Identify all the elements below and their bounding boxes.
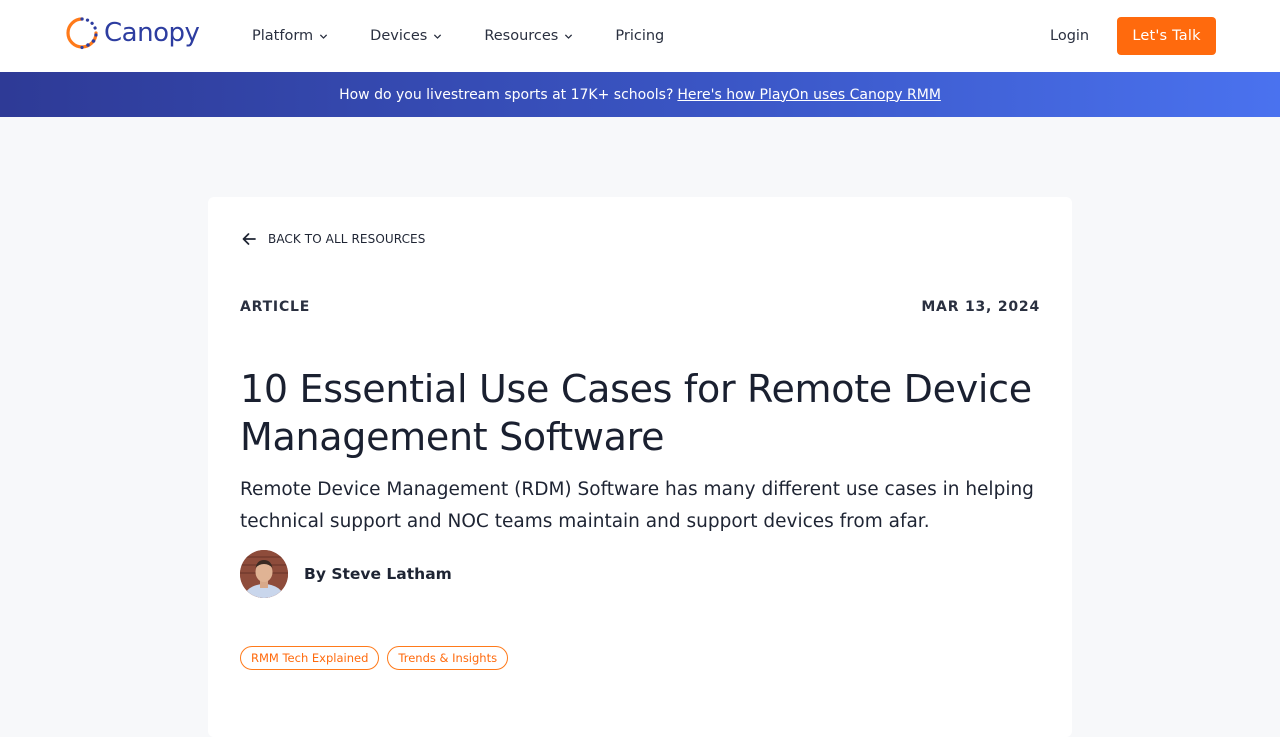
nav-devices[interactable]: Devices <box>370 24 442 48</box>
tag-list: RMM Tech Explained Trends & Insights <box>240 646 509 670</box>
announcement-banner: How do you livestream sports at 17K+ sch… <box>0 72 1280 117</box>
back-label: BACK TO ALL RESOURCES <box>268 232 426 246</box>
article-date: MAR 13, 2024 <box>921 299 1040 315</box>
author-block: By Steve Latham <box>240 550 452 598</box>
nav-resources[interactable]: Resources <box>484 24 573 48</box>
article-subtitle: Remote Device Management (RDM) Software … <box>240 479 1034 532</box>
login-link[interactable]: Login <box>1050 24 1089 48</box>
author-name: By Steve Latham <box>304 565 452 583</box>
canopy-logo[interactable]: Canopy <box>64 15 200 51</box>
banner-link[interactable]: Here's how PlayOn uses Canopy RMM <box>677 87 941 103</box>
chevron-down-icon <box>320 33 328 39</box>
lets-talk-button[interactable]: Let's Talk <box>1117 17 1216 55</box>
arrow-left-icon <box>242 233 256 245</box>
canopy-logo-icon <box>66 17 98 50</box>
chevron-down-icon <box>434 33 442 39</box>
site-header: Canopy Platform Devices Resources Pricin… <box>0 0 1280 72</box>
back-to-resources-link[interactable]: BACK TO ALL RESOURCES <box>240 230 425 248</box>
avatar <box>240 550 288 598</box>
article-type: ARTICLE <box>240 299 311 315</box>
logo-wordmark: Canopy <box>104 18 200 48</box>
author-photo <box>240 550 288 598</box>
article-card: BACK TO ALL RESOURCES ARTICLE MAR 13, 20… <box>208 197 1072 737</box>
nav-pricing-label: Pricing <box>615 28 665 44</box>
nav-platform[interactable]: Platform <box>252 24 328 48</box>
chevron-down-icon <box>565 33 573 39</box>
nav-devices-label: Devices <box>370 28 428 44</box>
tag-rmm-tech-explained[interactable]: RMM Tech Explained <box>240 646 380 670</box>
nav-pricing[interactable]: Pricing <box>615 24 664 48</box>
main-nav: Platform Devices Resources Pricing <box>252 24 664 48</box>
nav-resources-label: Resources <box>484 28 559 44</box>
nav-platform-label: Platform <box>252 28 314 44</box>
article-title: 10 Essential Use Cases for Remote Device… <box>240 367 1032 459</box>
tag-trends-insights[interactable]: Trends & Insights <box>387 646 509 670</box>
banner-text: How do you livestream sports at 17K+ sch… <box>339 86 674 103</box>
